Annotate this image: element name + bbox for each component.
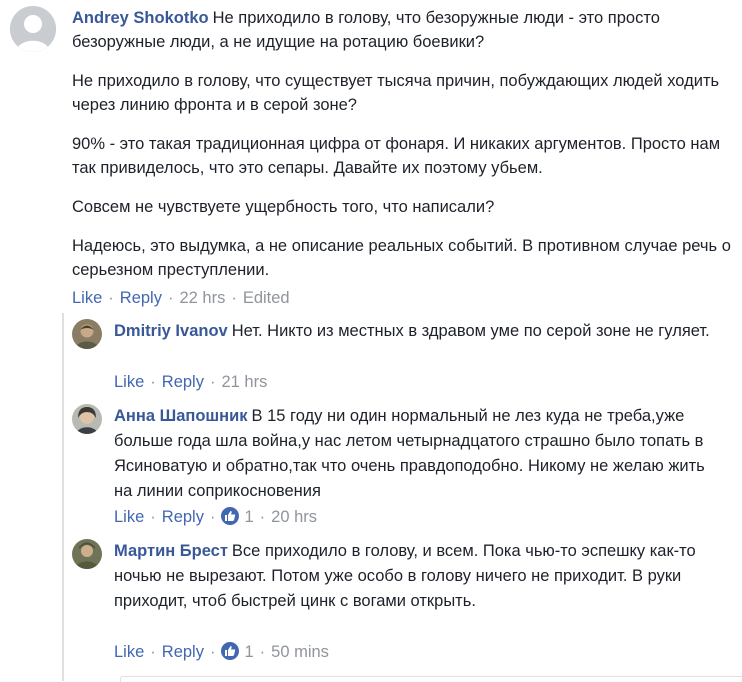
comment-paragraph: 90% - это такая традиционная цифра от фо…: [72, 135, 721, 177]
comment-paragraph: Совсем не чувствуете ущербность того, чт…: [72, 198, 495, 216]
separator: ·: [259, 508, 266, 526]
comment-actions: Like · Reply · 1 · 20 hrs: [114, 506, 317, 528]
main-comment: Andrey Shokotko Не приходило в голову, чт…: [72, 6, 732, 297]
timestamp[interactable]: 21 hrs: [221, 373, 267, 391]
avatar[interactable]: [72, 404, 102, 434]
like-reaction-icon[interactable]: [221, 507, 240, 525]
like-button[interactable]: Like: [114, 373, 144, 391]
comment-paragraph: Не приходило в голову, что существует ты…: [72, 72, 720, 114]
comment-author[interactable]: Мартин Брест: [114, 542, 228, 560]
timestamp[interactable]: 22 hrs: [179, 289, 225, 307]
reply-button[interactable]: Reply: [162, 373, 204, 391]
comment-author[interactable]: Dmitriy Ivanov: [114, 322, 228, 340]
comment-paragraph: Andrey Shokotko Не приходило в голову, чт…: [72, 9, 660, 51]
edited-label[interactable]: Edited: [243, 289, 290, 307]
reaction-count[interactable]: 1: [244, 508, 253, 526]
comment-author[interactable]: Анна Шапошник: [114, 407, 248, 425]
thread-line: [62, 313, 64, 681]
comment-actions: Like · Reply · 1 · 50 mins: [114, 641, 329, 663]
profile-photo-icon: [72, 539, 102, 569]
reply-button[interactable]: Reply: [120, 289, 162, 307]
separator: ·: [209, 373, 216, 391]
separator: ·: [209, 508, 216, 526]
profile-photo-icon: [72, 404, 102, 434]
reply-text: Анна Шапошник В 15 году ни один нормальны…: [114, 407, 705, 500]
separator: ·: [150, 643, 156, 661]
default-avatar-icon: [10, 6, 56, 52]
profile-photo-icon: [72, 319, 102, 349]
like-reaction-icon[interactable]: [221, 642, 240, 660]
comment-paragraph: Надеюсь, это выдумка, а не описание реал…: [72, 237, 731, 279]
avatar[interactable]: [72, 319, 102, 349]
reply-button[interactable]: Reply: [162, 643, 204, 661]
comment-actions: Like · Reply · 21 hrs: [114, 371, 267, 393]
timestamp[interactable]: 50 mins: [271, 643, 329, 661]
separator: ·: [209, 643, 216, 661]
separator: ·: [150, 508, 156, 526]
reply-input-box[interactable]: [120, 676, 742, 682]
separator: ·: [231, 289, 237, 307]
like-button[interactable]: Like: [114, 508, 144, 526]
reply-button[interactable]: Reply: [162, 508, 204, 526]
timestamp[interactable]: 20 hrs: [271, 508, 317, 526]
separator: ·: [167, 289, 174, 307]
comment-actions: Like · Reply · 22 hrs · Edited: [72, 287, 290, 309]
separator: ·: [259, 643, 266, 661]
separator: ·: [108, 289, 114, 307]
reply-text: Dmitriy Ivanov Нет. Никто из местных в зд…: [114, 322, 710, 340]
reply-text: Мартин Брест Все приходило в голову, и вс…: [114, 542, 696, 610]
avatar[interactable]: [72, 539, 102, 569]
comment-author[interactable]: Andrey Shokotko: [72, 9, 209, 27]
reaction-count[interactable]: 1: [244, 643, 253, 661]
like-button[interactable]: Like: [114, 643, 144, 661]
like-button[interactable]: Like: [72, 289, 102, 307]
avatar[interactable]: [10, 6, 56, 52]
separator: ·: [150, 373, 156, 391]
